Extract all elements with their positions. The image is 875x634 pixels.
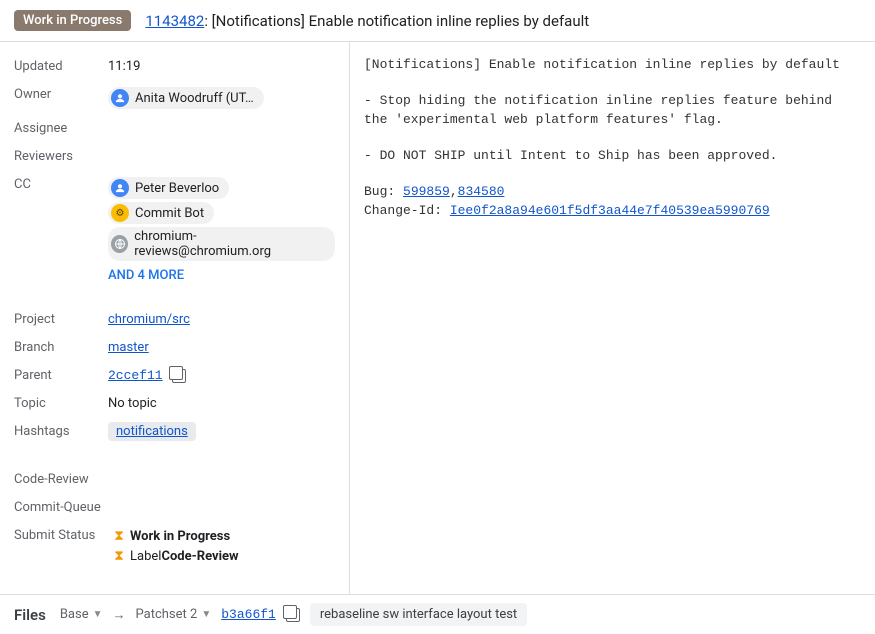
label-assignee: Assignee xyxy=(14,118,108,136)
owner-name: Anita Woodruff (UT… xyxy=(135,91,254,106)
desc-title: [Notifications] Enable notification inli… xyxy=(364,56,861,74)
status-wip: Work in Progress xyxy=(130,529,230,544)
label-owner: Owner xyxy=(14,84,108,102)
chevron-down-icon: ▼ xyxy=(93,609,103,620)
bug-link-2[interactable]: 834580 xyxy=(458,184,505,199)
owner-chip[interactable]: Anita Woodruff (UT… xyxy=(108,87,264,109)
description-column: [Notifications] Enable notification inli… xyxy=(350,42,875,594)
bug-separator: , xyxy=(450,184,458,199)
label-topic: Topic xyxy=(14,393,108,411)
globe-icon xyxy=(111,235,128,253)
changeid-link[interactable]: Iee0f2a8a94e601f5df3aa44e7f40539ea599076… xyxy=(450,203,770,218)
value-updated: 11:19 xyxy=(108,56,335,74)
commit-message-chip[interactable]: rebaseline sw interface layout test xyxy=(310,603,527,626)
metadata-column: Updated 11:19 Owner Anita Woodruff (UT… … xyxy=(0,42,350,594)
hourglass-icon: ⧗ xyxy=(114,548,124,564)
cc-name: Commit Bot xyxy=(135,206,204,221)
label-hashtags: Hashtags xyxy=(14,421,108,439)
main-panel: Updated 11:19 Owner Anita Woodruff (UT… … xyxy=(0,42,875,595)
value-cc: Peter Beverloo ⚙ Commit Bot chromium-rev… xyxy=(108,174,335,283)
files-title: Files xyxy=(14,606,46,624)
label-commit-queue: Commit-Queue xyxy=(14,497,101,515)
patchset-sha-link[interactable]: b3a66f1 xyxy=(221,607,276,622)
change-id-link[interactable]: 1143482 xyxy=(145,12,204,30)
value-reviewers xyxy=(108,146,335,149)
change-title: 1143482: [Notifications] Enable notifica… xyxy=(145,12,589,30)
branch-link[interactable]: master xyxy=(108,340,149,355)
status-label-name: Code-Review xyxy=(161,549,238,564)
copy-icon[interactable] xyxy=(172,369,186,383)
cc-name: chromium-reviews@chromium.org xyxy=(134,229,325,259)
parent-link[interactable]: 2ccef11 xyxy=(108,368,163,383)
chevron-down-icon: ▼ xyxy=(201,609,211,620)
wip-badge: Work in Progress xyxy=(14,10,131,31)
desc-body1: - Stop hiding the notification inline re… xyxy=(364,92,861,128)
changeid-label: Change-Id: xyxy=(364,203,450,218)
base-dropdown[interactable]: Base▼ xyxy=(60,607,103,622)
hourglass-icon: ⧗ xyxy=(114,528,124,544)
arrow-icon: → xyxy=(113,607,126,623)
person-icon xyxy=(111,179,129,197)
project-link[interactable]: chromium/src xyxy=(108,312,190,327)
value-topic: No topic xyxy=(108,393,335,411)
bug-label: Bug: xyxy=(364,184,403,199)
cc-chip[interactable]: Peter Beverloo xyxy=(108,177,229,199)
patchset-dropdown[interactable]: Patchset 2▼ xyxy=(136,607,212,622)
label-submit-status: Submit Status xyxy=(14,525,108,543)
label-reviewers: Reviewers xyxy=(14,146,108,164)
label-parent: Parent xyxy=(14,365,108,383)
bug-link-1[interactable]: 599859 xyxy=(403,184,450,199)
label-branch: Branch xyxy=(14,337,108,355)
label-code-review: Code-Review xyxy=(14,469,89,487)
value-assignee xyxy=(108,118,335,121)
label-updated: Updated xyxy=(14,56,108,74)
value-submit-status: ⧗ Work in Progress ⧗ Label Code-Review xyxy=(108,525,335,568)
desc-body2: - DO NOT SHIP until Intent to Ship has b… xyxy=(364,147,861,165)
status-label-prefix: Label xyxy=(130,549,161,564)
cc-name: Peter Beverloo xyxy=(135,181,219,196)
cc-and-more[interactable]: AND 4 MORE xyxy=(108,268,184,283)
label-cc: CC xyxy=(14,174,108,192)
value-owner: Anita Woodruff (UT… xyxy=(108,84,335,112)
files-bar: Files Base▼ → Patchset 2▼ b3a66f1 rebase… xyxy=(0,595,875,634)
bot-icon: ⚙ xyxy=(111,204,129,222)
cc-chip[interactable]: chromium-reviews@chromium.org xyxy=(108,227,335,261)
person-icon xyxy=(111,89,129,107)
copy-icon[interactable] xyxy=(286,608,300,622)
label-project: Project xyxy=(14,309,108,327)
change-title-text: : [Notifications] Enable notification in… xyxy=(204,12,589,30)
hashtag-chip[interactable]: notifications xyxy=(108,422,196,441)
change-header: Work in Progress 1143482: [Notifications… xyxy=(0,0,875,42)
cc-chip[interactable]: ⚙ Commit Bot xyxy=(108,202,214,224)
